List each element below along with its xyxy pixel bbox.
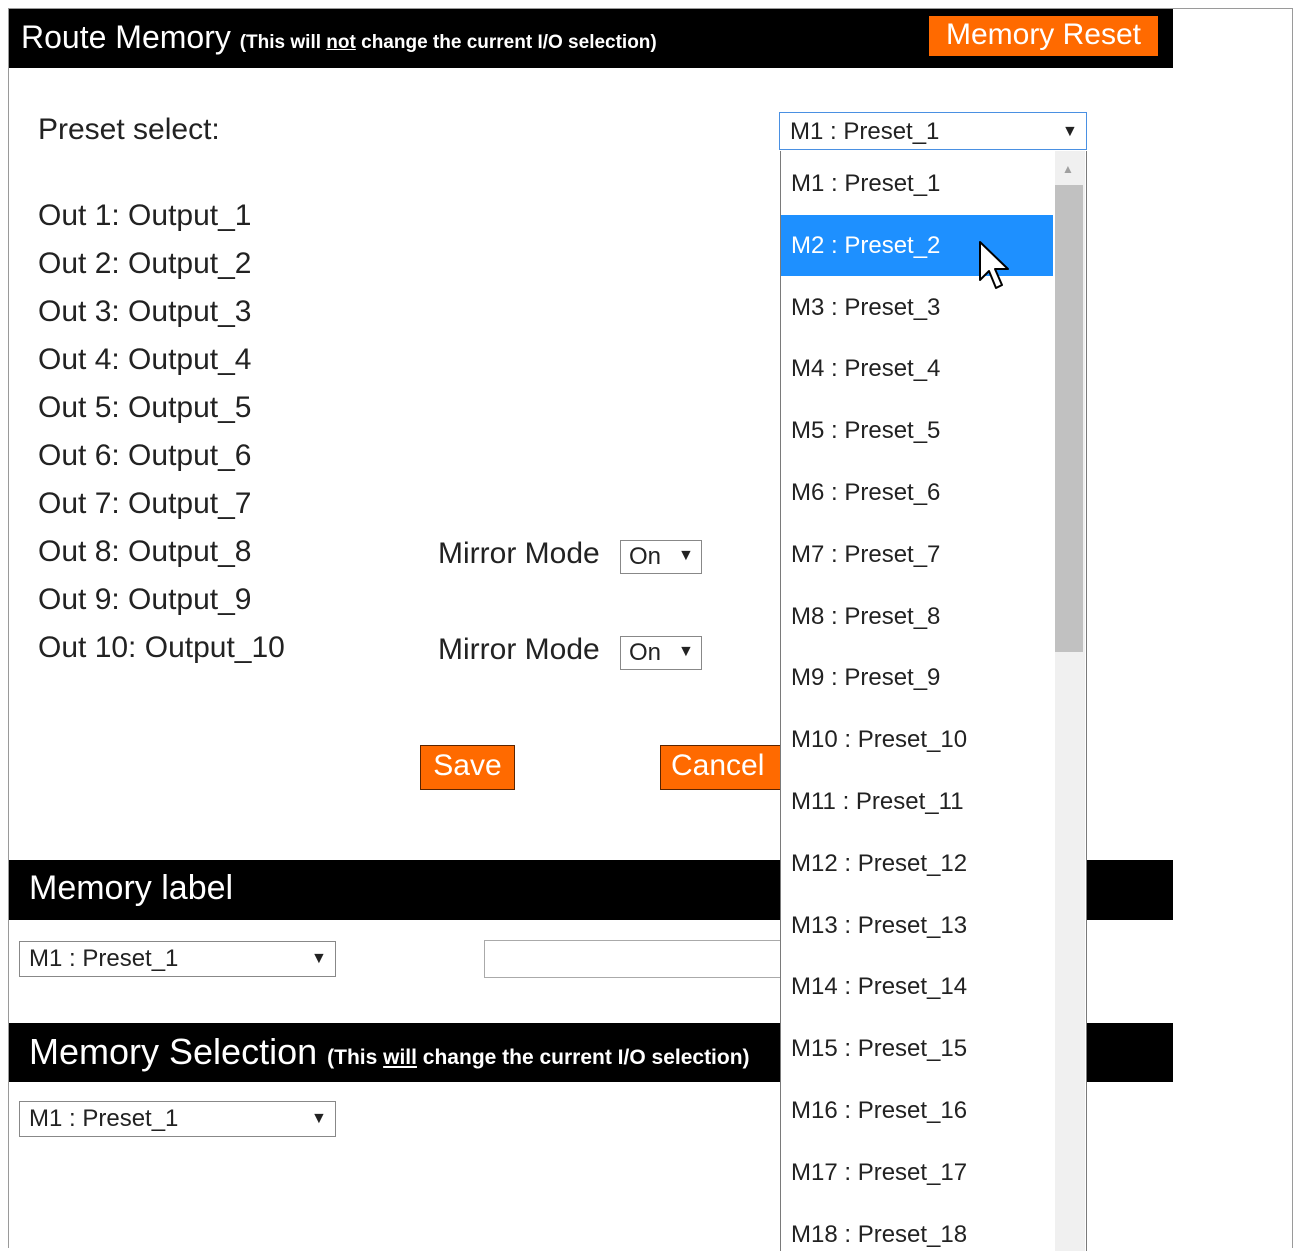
dropdown-option[interactable]: M11 : Preset_11 [781,771,1053,832]
dropdown-option[interactable]: M4 : Preset_4 [781,338,1053,399]
memory-label-select[interactable]: M1 : Preset_1 ▼ [19,941,336,977]
dropdown-option[interactable]: M6 : Preset_6 [781,462,1053,523]
cancel-button[interactable]: Cancel [660,745,790,790]
dropdown-option[interactable]: M12 : Preset_12 [781,833,1053,894]
mirror-mode-select-out10[interactable]: On ▼ [620,636,702,670]
dropdown-option[interactable]: M13 : Preset_13 [781,895,1053,956]
memory-selection-note: (This will change the current I/O select… [327,1046,750,1069]
chevron-down-icon: ▼ [1062,123,1078,140]
output-label: Out 7: Output_7 [38,487,252,520]
memory-label-title: Memory label [29,869,234,907]
route-memory-title-line: Route Memory (This will not change the c… [21,19,657,56]
output-label: Out 5: Output_5 [38,391,252,424]
output-label: Out 10: Output_10 [38,631,285,664]
mirror-mode-label-out8: Mirror Mode [438,537,600,570]
mirror-mode-label-out10: Mirror Mode [438,633,600,666]
dropdown-option[interactable]: M8 : Preset_8 [781,586,1053,647]
scroll-up-icon[interactable]: ▲ [1062,162,1074,176]
dropdown-option[interactable]: M17 : Preset_17 [781,1142,1053,1203]
dropdown-option[interactable]: M1 : Preset_1 [781,153,1053,214]
mirror-mode-select-out8[interactable]: On ▼ [620,540,702,574]
mirror-mode-value-out8: On [629,543,662,570]
output-label: Out 2: Output_2 [38,247,252,280]
save-button[interactable]: Save [420,745,515,790]
output-label: Out 4: Output_4 [38,343,252,376]
memory-label-select-value: M1 : Preset_1 [29,945,179,972]
output-label: Out 3: Output_3 [38,295,252,328]
chevron-down-icon: ▼ [311,1110,327,1127]
dropdown-option[interactable]: M10 : Preset_10 [781,709,1053,770]
dropdown-option[interactable]: M7 : Preset_7 [781,524,1053,585]
dropdown-scrollbar-thumb[interactable] [1055,185,1083,652]
memory-label-input[interactable] [484,940,804,978]
dropdown-option[interactable]: M18 : Preset_18 [781,1204,1053,1251]
preset-select[interactable]: M1 : Preset_1 ▼ [779,112,1087,150]
mouse-pointer-icon [979,241,1009,289]
memory-selection-select[interactable]: M1 : Preset_1 ▼ [19,1101,336,1137]
memory-selection-select-value: M1 : Preset_1 [29,1105,179,1132]
route-memory-note: (This will not change the current I/O se… [239,32,657,53]
preset-dropdown-list: M18 : Preset_18 M17 : Preset_17 M16 : Pres… [780,151,1087,1251]
dropdown-option[interactable]: M15 : Preset_15 [781,1018,1053,1079]
output-label: Out 9: Output_9 [38,583,252,616]
route-memory-title: Route Memory [21,19,231,55]
mirror-mode-value-out10: On [629,639,662,666]
chevron-down-icon: ▼ [311,950,327,967]
dropdown-option[interactable]: M5 : Preset_5 [781,400,1053,461]
dropdown-option[interactable]: M14 : Preset_14 [781,956,1053,1017]
dropdown-option[interactable]: M9 : Preset_9 [781,647,1053,708]
output-label: Out 6: Output_6 [38,439,252,472]
preset-select-label: Preset select: [38,113,220,146]
output-label: Out 8: Output_8 [38,535,252,568]
memory-reset-button[interactable]: Memory Reset [929,16,1158,56]
dropdown-option[interactable]: M16 : Preset_16 [781,1080,1053,1141]
preset-select-value: M1 : Preset_1 [790,118,940,145]
chevron-down-icon: ▼ [678,643,694,660]
output-label: Out 1: Output_1 [38,199,252,232]
chevron-down-icon: ▼ [678,547,694,564]
memory-selection-title: Memory Selection [29,1031,318,1072]
memory-selection-title-line: Memory Selection (This will change the c… [29,1031,750,1073]
